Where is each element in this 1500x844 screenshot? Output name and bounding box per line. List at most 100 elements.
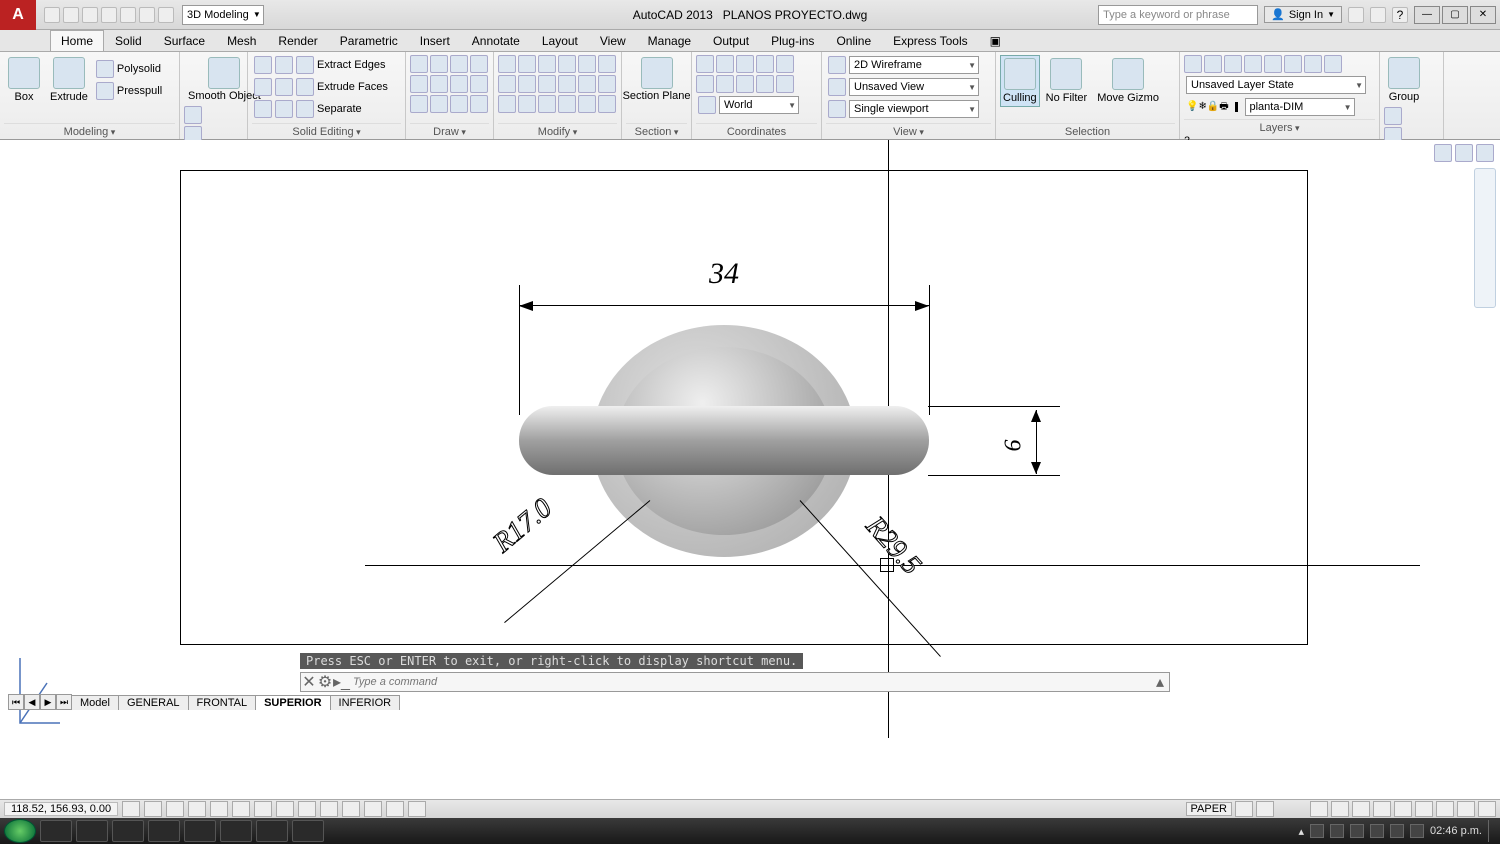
ortho-toggle[interactable]: [166, 801, 184, 817]
drawing-area[interactable]: 34 6 R17.0 R29.5 Press ESC or ENTER to e…: [0, 140, 1500, 738]
movegizmo-button[interactable]: Move Gizmo: [1093, 56, 1163, 106]
tab-mesh[interactable]: Mesh: [216, 30, 267, 51]
panel-view-title[interactable]: View: [893, 126, 924, 138]
tpy-toggle[interactable]: [342, 801, 360, 817]
modify-icon[interactable]: [538, 55, 556, 73]
layer-icon[interactable]: [1324, 55, 1342, 73]
modify-icon[interactable]: [558, 55, 576, 73]
visualstyle-select[interactable]: 2D Wireframe: [826, 55, 991, 75]
am-toggle[interactable]: [408, 801, 426, 817]
tray-battery-icon[interactable]: [1390, 824, 1404, 838]
vp-min-icon[interactable]: [1434, 144, 1452, 162]
polysolid-button[interactable]: Polysolid: [94, 59, 164, 79]
status-icon[interactable]: [1415, 801, 1433, 817]
snap-toggle[interactable]: [122, 801, 140, 817]
status-icon[interactable]: [1436, 801, 1454, 817]
modify-icon[interactable]: [538, 75, 556, 93]
taskbar-app[interactable]: [112, 820, 144, 842]
tab-annotate[interactable]: Annotate: [461, 30, 531, 51]
otrack-toggle[interactable]: [254, 801, 272, 817]
taskbar-app[interactable]: [220, 820, 252, 842]
infocenter-search[interactable]: Type a keyword or phrase: [1098, 5, 1258, 25]
cmd-options-icon[interactable]: ⚙: [317, 672, 333, 692]
taskbar-app[interactable]: [76, 820, 108, 842]
draw-icon[interactable]: [410, 75, 428, 93]
group-icon2[interactable]: [1384, 107, 1402, 125]
qat-saveas-icon[interactable]: [101, 7, 117, 23]
namedview-select[interactable]: Unsaved View: [826, 77, 991, 97]
tab-layout[interactable]: Layout: [531, 30, 589, 51]
modify-icon[interactable]: [538, 95, 556, 113]
modify-icon[interactable]: [518, 75, 536, 93]
3dosnap-toggle[interactable]: [232, 801, 250, 817]
presspull-button[interactable]: Presspull: [94, 81, 164, 101]
section-plane-button[interactable]: Section Plane: [626, 55, 687, 104]
taskbar-app[interactable]: [40, 820, 72, 842]
panel-section-title[interactable]: Section: [635, 126, 679, 138]
layer-icon[interactable]: [1244, 55, 1262, 73]
tray-av-icon[interactable]: [1350, 824, 1364, 838]
lwt-toggle[interactable]: [320, 801, 338, 817]
extrude-faces-button[interactable]: Extrude Faces: [252, 77, 401, 97]
qat-plot-icon[interactable]: [120, 7, 136, 23]
osnap-toggle[interactable]: [210, 801, 228, 817]
draw-icon[interactable]: [410, 95, 428, 113]
draw-icon[interactable]: [450, 75, 468, 93]
viewport-select[interactable]: Single viewport: [826, 99, 991, 119]
modify-icon[interactable]: [598, 95, 616, 113]
status-icon[interactable]: [1235, 801, 1253, 817]
clock[interactable]: 02:46 p.m.: [1430, 825, 1482, 837]
box-button[interactable]: Box: [4, 55, 44, 105]
start-button[interactable]: [4, 819, 36, 843]
extract-edges-button[interactable]: Extract Edges: [252, 55, 401, 75]
layer-icon[interactable]: [1304, 55, 1322, 73]
ucs-world-select[interactable]: World: [696, 95, 817, 115]
draw-icon[interactable]: [470, 55, 488, 73]
nofilter-button[interactable]: No Filter: [1042, 56, 1092, 106]
tray-network-icon[interactable]: [1370, 824, 1384, 838]
minimize-button[interactable]: —: [1414, 6, 1440, 24]
tab-manage[interactable]: Manage: [637, 30, 702, 51]
layout-tab-inferior[interactable]: INFERIOR: [330, 695, 401, 710]
mesh-more1-icon[interactable]: [184, 106, 202, 124]
ucs-icon[interactable]: [776, 75, 794, 93]
separate-button[interactable]: Separate: [252, 99, 401, 119]
modify-icon[interactable]: [498, 55, 516, 73]
modify-icon[interactable]: [578, 55, 596, 73]
coordinates-readout[interactable]: 118.52, 156.93, 0.00: [4, 802, 118, 816]
tab-home[interactable]: Home: [50, 30, 104, 51]
show-desktop[interactable]: [1488, 820, 1496, 842]
tab-insert[interactable]: Insert: [409, 30, 461, 51]
status-icon[interactable]: [1457, 801, 1475, 817]
tray-sync-icon[interactable]: [1330, 824, 1344, 838]
tray-flag-icon[interactable]: [1310, 824, 1324, 838]
layout-tab-model[interactable]: Model: [71, 695, 119, 710]
layout-last-icon[interactable]: ⏭: [56, 694, 72, 710]
qat-save-icon[interactable]: [82, 7, 98, 23]
modify-icon[interactable]: [498, 95, 516, 113]
space-toggle[interactable]: PAPER: [1186, 802, 1232, 816]
layer-icon[interactable]: [1184, 55, 1202, 73]
qat-undo-icon[interactable]: [139, 7, 155, 23]
signin-button[interactable]: 👤Sign In▼: [1264, 6, 1342, 23]
status-icon[interactable]: [1373, 801, 1391, 817]
cmd-history-icon[interactable]: ▴: [1151, 672, 1169, 692]
taskbar-app[interactable]: [148, 820, 180, 842]
taskbar-app[interactable]: [184, 820, 216, 842]
qp-toggle[interactable]: [364, 801, 382, 817]
cleanscreen-icon[interactable]: [1478, 801, 1496, 817]
panel-draw-title[interactable]: Draw: [433, 126, 466, 138]
modify-icon[interactable]: [518, 95, 536, 113]
grid-toggle[interactable]: [144, 801, 162, 817]
help-icon[interactable]: ?: [1392, 7, 1408, 23]
draw-icon[interactable]: [470, 95, 488, 113]
status-icon[interactable]: [1310, 801, 1328, 817]
group-button[interactable]: Group: [1384, 55, 1424, 105]
ucs-icon[interactable]: [716, 55, 734, 73]
layout-tab-general[interactable]: GENERAL: [118, 695, 189, 710]
tab-solid[interactable]: Solid: [104, 30, 153, 51]
layer-icon[interactable]: [1224, 55, 1242, 73]
taskbar-app[interactable]: [292, 820, 324, 842]
status-icon[interactable]: [1394, 801, 1412, 817]
layer-icon[interactable]: [1204, 55, 1222, 73]
